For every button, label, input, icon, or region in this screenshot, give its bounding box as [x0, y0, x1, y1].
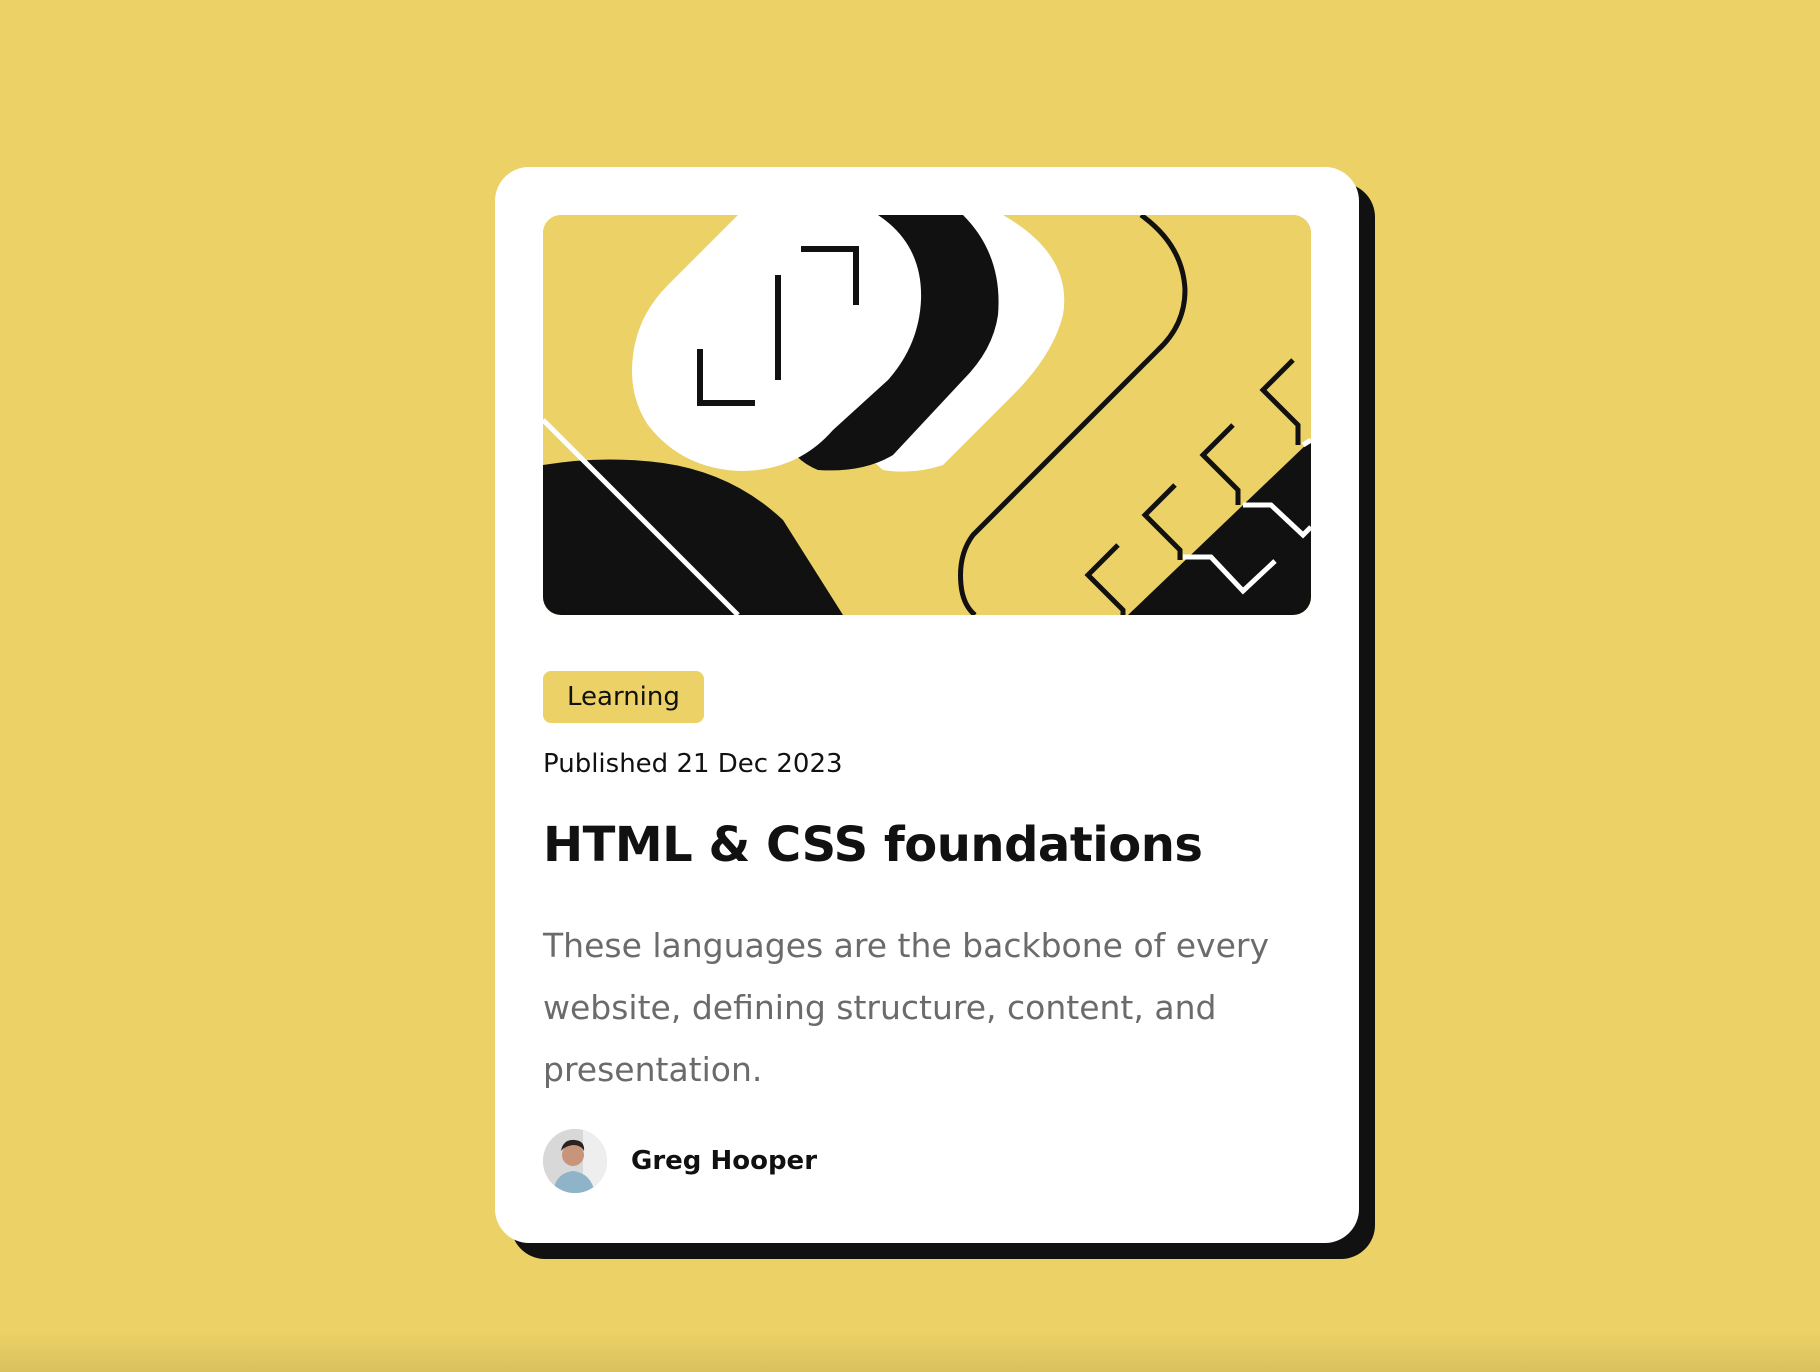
- abstract-illustration-icon: [543, 215, 1311, 615]
- published-date: Published 21 Dec 2023: [543, 749, 843, 779]
- card-description: These languages are the backbone of ever…: [543, 926, 1269, 1089]
- page: Learning Published 21 Dec 2023 HTML & CS…: [0, 0, 1820, 1372]
- category-tag: Learning: [543, 671, 704, 723]
- bottom-shade: [0, 1332, 1820, 1372]
- blog-preview-card: Learning Published 21 Dec 2023 HTML & CS…: [495, 167, 1359, 1243]
- person-avatar-icon: [543, 1129, 607, 1193]
- avatar: [543, 1129, 607, 1193]
- card-title[interactable]: HTML & CSS foundations: [543, 817, 1203, 873]
- hero-illustration: [543, 215, 1311, 615]
- author: Greg Hooper: [543, 1129, 817, 1193]
- author-name: Greg Hooper: [631, 1146, 818, 1176]
